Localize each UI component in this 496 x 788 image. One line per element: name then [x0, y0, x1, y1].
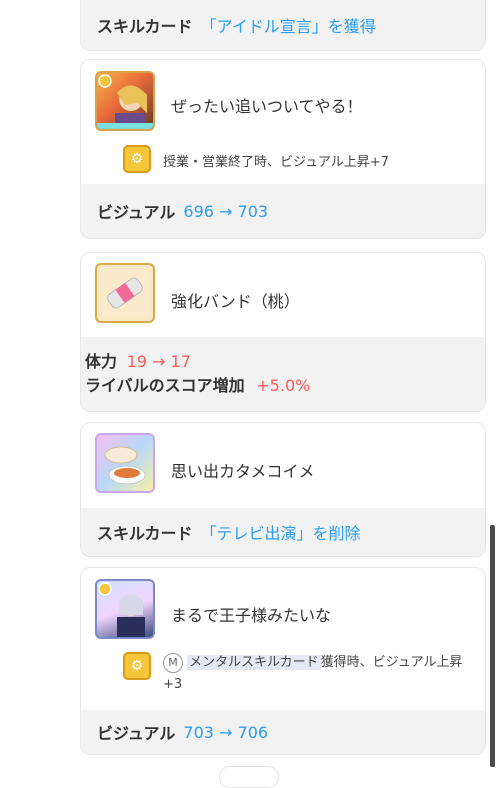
stat-change: 696 → 703	[183, 201, 269, 221]
idol-portrait-icon	[98, 582, 145, 637]
stat-change: 703 → 706	[183, 722, 269, 742]
effect-text: 授業・営業終了時、ビジュアル上昇+7	[163, 155, 389, 170]
mental-m-icon: M	[163, 653, 183, 673]
card-title: まるで王子様みたいな	[171, 606, 332, 625]
idol-card-thumbnail	[95, 579, 155, 639]
card-footer: 体力 19 → 17 ライバルのスコア増加 +5.0%	[81, 337, 485, 411]
footer-label: スキルカード	[97, 524, 193, 543]
event-card-idol-declaration: スキルカード 「アイドル宣言」を獲得	[80, 0, 486, 51]
event-card-p-item-4[interactable]: まるで王子様みたいな ⚙ M メンタルスキルカード 獲得時、ビジュアル上昇+3 ビジ…	[80, 567, 486, 755]
effect-row: ⚙ 授業・営業終了時、ビジュアル上昇+7	[123, 145, 389, 173]
skill-effect-icon: ⚙	[123, 652, 151, 680]
card-footer: ビジュアル 703 → 706	[81, 710, 485, 754]
event-card-p-item-2[interactable]: 強化バンド（桃） 体力 19 → 17 ライバルのスコア増加 +5.0%	[80, 252, 486, 412]
food-bowl-icon	[104, 446, 146, 485]
stat-label: ビジュアル	[97, 203, 176, 222]
effect-highlight: メンタルスキルカード	[187, 655, 321, 670]
card-footer: ビジュアル 696 → 703	[81, 184, 485, 238]
footer-value: 「テレビ出演」を削除	[200, 524, 361, 543]
card-footer: スキルカード 「テレビ出演」を削除	[81, 508, 485, 556]
card-title: ぜったい追いついてやる！	[171, 97, 363, 116]
skill-effect-icon: ⚙	[123, 145, 151, 173]
bottom-scroll-handle[interactable]	[219, 766, 279, 788]
card-title: 思い出カタメコイメ	[171, 462, 315, 481]
effect-text: M メンタルスキルカード 獲得時、ビジュアル上昇+3	[163, 652, 473, 696]
event-card-p-item-3[interactable]: 思い出カタメコイメ スキルカード 「テレビ出演」を削除	[80, 422, 486, 557]
stat-change: 19 → 17	[126, 352, 191, 371]
effect-row: ⚙ M メンタルスキルカード 獲得時、ビジュアル上昇+3	[123, 652, 473, 696]
card-title: 強化バンド（桃）	[171, 292, 300, 311]
card-footer: スキルカード 「アイドル宣言」を獲得	[81, 0, 485, 50]
pink-band-icon	[101, 269, 149, 317]
footer-label: スキルカード	[97, 16, 193, 36]
p-drink-thumbnail	[95, 71, 155, 131]
band-item-thumbnail	[95, 263, 155, 323]
idol-portrait-icon	[97, 74, 153, 129]
footer-value: 「アイドル宣言」を獲得	[200, 16, 376, 36]
event-card-p-item-1[interactable]: ぜったい追いついてやる！ ⚙ 授業・営業終了時、ビジュアル上昇+7 ビジュアル …	[80, 59, 486, 239]
stat-row-rival: ライバルのスコア増加 +5.0%	[85, 374, 310, 398]
stat-label: 体力	[85, 352, 118, 371]
scrollbar-thumb[interactable]	[490, 525, 495, 767]
stat-label: ビジュアル	[97, 724, 176, 743]
stat-change: +5.0%	[256, 376, 311, 395]
stat-label: ライバルのスコア増加	[85, 376, 245, 395]
food-item-thumbnail	[95, 433, 155, 493]
stat-row-stamina: 体力 19 → 17	[85, 350, 191, 374]
